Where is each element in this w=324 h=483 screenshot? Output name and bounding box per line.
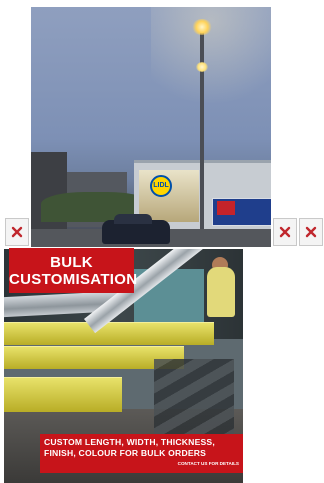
contact-cta[interactable]: CONTACT US FOR DETAILS [44, 460, 239, 467]
ad-headline[interactable]: BULK CUSTOMISATION [9, 248, 138, 293]
ad-caption-line: FINISH, COLOUR FOR BULK ORDERS [44, 448, 207, 458]
store-logo: LIDL [150, 175, 172, 197]
ad-headline-line: BULK [50, 254, 93, 271]
yellow-beam [4, 377, 122, 412]
ad-caption-line: CUSTOM LENGTH, WIDTH, THICKNESS, [44, 437, 215, 447]
billboard-graphic [217, 201, 235, 215]
factory-worker [207, 267, 235, 317]
close-ad-button-right[interactable] [299, 218, 323, 246]
close-icon [305, 226, 317, 238]
street-lamp-pole [200, 27, 204, 237]
ad-caption-box[interactable]: CUSTOM LENGTH, WIDTH, THICKNESS, FINISH,… [40, 434, 243, 473]
parked-car [102, 214, 170, 244]
yellow-beam [4, 322, 214, 345]
street-lamp-light [192, 19, 212, 35]
close-icon [11, 226, 23, 238]
close-icon [279, 226, 291, 238]
ad-headline-line: CUSTOMISATION [9, 271, 138, 288]
close-ad-button-left[interactable] [5, 218, 29, 246]
close-ad-button-middle[interactable] [273, 218, 297, 246]
top-ad-image[interactable]: LIDL [31, 7, 271, 247]
street-lamp-light-lower [196, 62, 208, 72]
